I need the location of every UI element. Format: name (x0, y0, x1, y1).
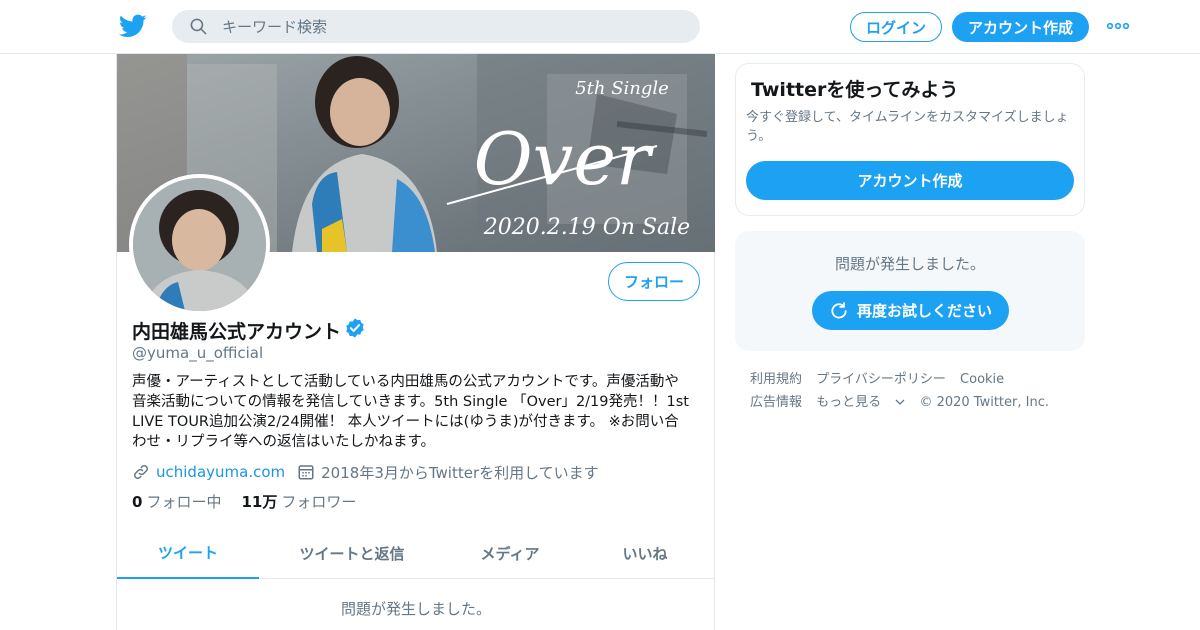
profile-tabs: ツイート ツイートと返信 メディア いいね (117, 528, 715, 579)
search-bar (172, 10, 700, 43)
signup-card-text: 今すぐ登録して、タイムラインをカスタマイズしましょう。 (746, 110, 1069, 144)
banner-subtitle: 5th Single (575, 78, 669, 99)
more-options-icon[interactable] (1106, 18, 1130, 34)
profile-column: 5th Single Over 2020.2.19 On Sale フォロー 内… (116, 54, 715, 630)
retry-label: 再度お試しください (856, 302, 992, 320)
footer-link-privacy[interactable]: プライバシーポリシー (816, 368, 946, 391)
avatar-photo (133, 178, 266, 311)
profile-meta: uchidayuma.com 2018年3月からTwitterを利用しています (132, 462, 599, 482)
tab-tweets-and-replies[interactable]: ツイートと返信 (259, 528, 445, 579)
profile-display-name: 内田雄馬公式アカウント (132, 321, 342, 343)
refresh-icon (831, 301, 847, 319)
search-icon (190, 18, 207, 35)
following-count: 0 (132, 493, 143, 511)
footer-more-label: もっと見る (816, 395, 882, 410)
tab-tweets[interactable]: ツイート (117, 528, 259, 579)
footer-link-cookie[interactable]: Cookie (960, 368, 1004, 391)
followers-count: 11万 (241, 493, 278, 511)
retry-button[interactable]: 再度お試しください (812, 291, 1009, 330)
banner-release-date: 2020.2.19 On Sale (483, 215, 690, 240)
following-label: フォロー中 (146, 493, 222, 511)
footer-link-more[interactable]: もっと見る (816, 391, 905, 414)
signup-card-title: Twitterを使ってみよう (751, 79, 959, 101)
follow-button[interactable]: フォロー (608, 262, 700, 301)
calendar-icon (298, 465, 314, 480)
chevron-down-icon (895, 399, 905, 405)
signup-card-button[interactable]: アカウント作成 (746, 161, 1074, 200)
link-icon (133, 464, 149, 480)
search-input[interactable] (222, 10, 682, 43)
tab-media[interactable]: メディア (445, 528, 575, 579)
verified-badge-icon (346, 318, 364, 338)
footer-link-terms[interactable]: 利用規約 (750, 368, 802, 391)
footer-links: 利用規約 プライバシーポリシー Cookie 広告情報 もっと見る © 2020… (750, 368, 1080, 414)
profile-stats: 0 フォロー中 11万 フォロワー (132, 491, 376, 512)
followers-stat[interactable]: 11万 フォロワー (241, 491, 356, 512)
profile-bio: 声優・アーティストとして活動している内田雄馬の公式アカウントです。声優活動や音楽… (132, 374, 689, 450)
twitter-bird-icon[interactable] (119, 12, 147, 40)
followers-label: フォロワー (281, 493, 357, 511)
profile-avatar[interactable] (129, 174, 270, 315)
profile-handle: @yuma_u_official (132, 344, 264, 362)
footer-copyright: © 2020 Twitter, Inc. (919, 395, 1049, 410)
footer-link-ads[interactable]: 広告情報 (750, 391, 802, 414)
following-stat[interactable]: 0 フォロー中 (132, 491, 221, 512)
signup-card: Twitterを使ってみよう 今すぐ登録して、タイムラインをカスタマイズしましょ… (735, 63, 1085, 216)
top-navigation-bar: ログイン アカウント作成 (0, 0, 1200, 54)
login-button[interactable]: ログイン (850, 12, 942, 42)
signup-button[interactable]: アカウント作成 (952, 12, 1089, 42)
tab-likes[interactable]: いいね (575, 528, 715, 579)
profile-joined-date: 2018年3月からTwitterを利用しています (321, 463, 599, 482)
profile-website-link[interactable]: uchidayuma.com (156, 463, 285, 481)
sidebar-error-message: 問題が発生しました。 (834, 255, 985, 273)
timeline-error-message: 問題が発生しました。 (340, 600, 491, 618)
sidebar-error-card: 問題が発生しました。 再度お試しください (735, 231, 1085, 351)
